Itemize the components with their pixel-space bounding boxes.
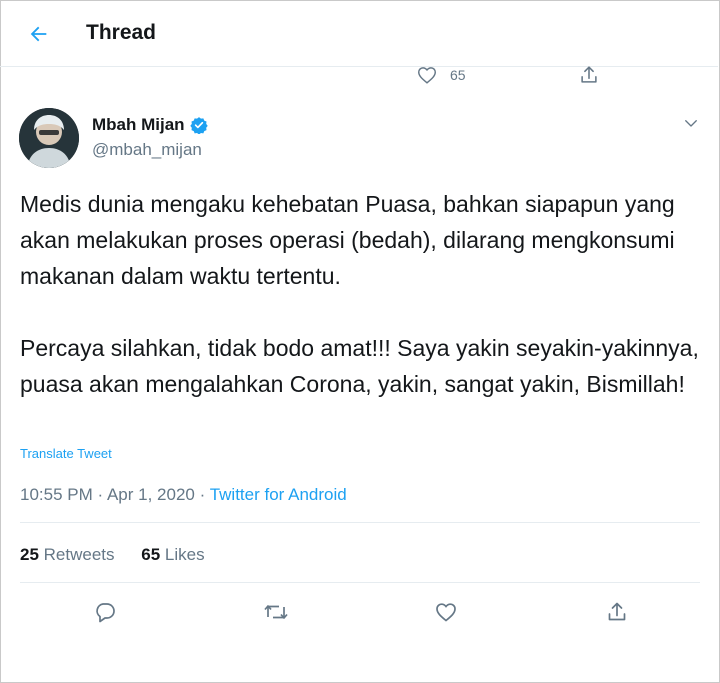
author-handle[interactable]: @mbah_mijan [92, 140, 202, 160]
like-count: 65 [141, 545, 161, 564]
share-icon [608, 602, 626, 621]
retweet-icon [264, 605, 288, 619]
translate-tweet-link[interactable]: Translate Tweet [20, 446, 112, 461]
divider [20, 582, 700, 583]
reply-icon [96, 603, 115, 623]
reply-button[interactable] [91, 598, 119, 626]
tweet-paragraph: Medis dunia mengaku kehebatan Puasa, bah… [20, 191, 675, 289]
like-label: Likes [164, 545, 205, 564]
share-icon [581, 66, 597, 83]
heart-icon [418, 67, 436, 84]
avatar[interactable] [19, 108, 79, 168]
meta-separator: · [199, 485, 206, 504]
previous-like-count: 65 [450, 67, 466, 83]
back-arrow-icon [30, 26, 47, 42]
author-name-row[interactable]: Mbah Mijan [92, 115, 208, 135]
tweet-meta: 10:55 PM · Apr 1, 2020 · Twitter for And… [20, 485, 347, 505]
share-button[interactable] [603, 598, 631, 626]
author-name: Mbah Mijan [92, 115, 185, 134]
previous-tweet-actions: 65 [0, 62, 718, 90]
retweet-button[interactable] [262, 598, 290, 626]
back-button[interactable] [22, 18, 56, 50]
divider [20, 522, 700, 523]
retweet-stat[interactable]: 25 Retweets [20, 545, 119, 564]
heart-icon [436, 603, 456, 622]
page-title: Thread [86, 21, 157, 44]
previous-share-button[interactable] [578, 64, 600, 91]
like-stat[interactable]: 65 Likes [141, 545, 204, 564]
retweet-count: 25 [20, 545, 39, 564]
tweet-date[interactable]: Apr 1, 2020 [107, 485, 195, 504]
verified-badge-icon [189, 116, 208, 134]
tweet-text: Medis dunia mengaku kehebatan Puasa, bah… [20, 186, 710, 402]
meta-separator: · [97, 485, 104, 504]
retweet-label: Retweets [43, 545, 115, 564]
avatar-image [19, 108, 79, 168]
previous-like-button[interactable]: 65 [416, 64, 466, 86]
chevron-down-icon [685, 120, 697, 127]
more-options-button[interactable] [682, 114, 700, 137]
tweet-source-link[interactable]: Twitter for Android [210, 485, 347, 504]
tweet-stats: 25 Retweets 65 Likes [20, 545, 227, 565]
tweet-actions [0, 598, 718, 628]
tweet-time[interactable]: 10:55 PM [20, 485, 93, 504]
thread-header: Thread [0, 0, 718, 67]
tweet-paragraph: Percaya silahkan, tidak bodo amat!!! Say… [20, 335, 699, 397]
like-button[interactable] [432, 598, 460, 626]
